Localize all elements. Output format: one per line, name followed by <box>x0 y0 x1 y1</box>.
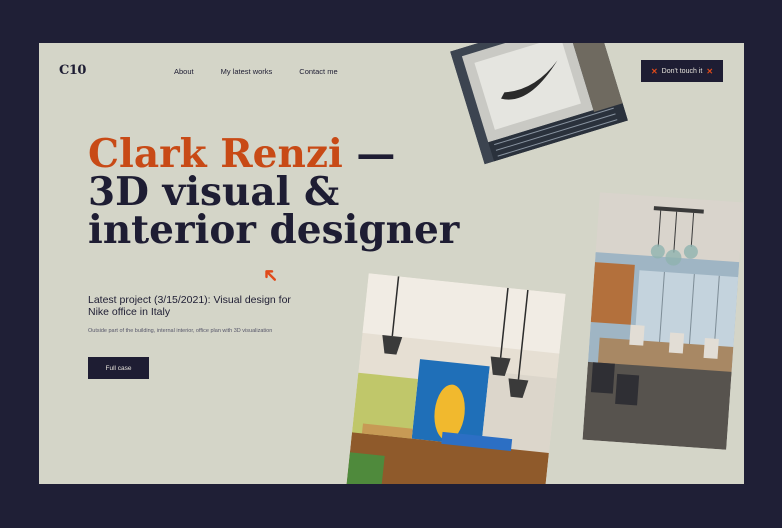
cta-label: Don't touch it <box>661 67 703 75</box>
conference-room-photo <box>582 192 744 450</box>
hero-headline: Clark Renzi — 3D visual & interior desig… <box>88 135 468 250</box>
project-title: Latest project (3/15/2021): Visual desig… <box>88 294 291 318</box>
x-mark-icon: ✕ <box>706 66 714 76</box>
nav-contact[interactable]: Contact me <box>299 67 337 76</box>
building-aerial-photo <box>450 43 628 165</box>
full-case-button[interactable]: Full case <box>88 357 149 379</box>
dont-touch-button[interactable]: ✕ Don't touch it ✕ <box>641 60 723 82</box>
nav-about[interactable]: About <box>174 67 194 76</box>
office-interior-photo <box>346 273 566 484</box>
logo[interactable]: C10 <box>59 63 86 78</box>
nav-latest-works[interactable]: My latest works <box>221 67 273 76</box>
landing-page: C10 About My latest works Contact me ✕ D… <box>39 43 744 484</box>
x-mark-icon: ✕ <box>650 66 658 76</box>
main-nav: About My latest works Contact me <box>174 67 338 76</box>
project-description: Outside part of the building, internal i… <box>88 328 273 334</box>
arrow-icon: ➜ <box>257 261 285 289</box>
